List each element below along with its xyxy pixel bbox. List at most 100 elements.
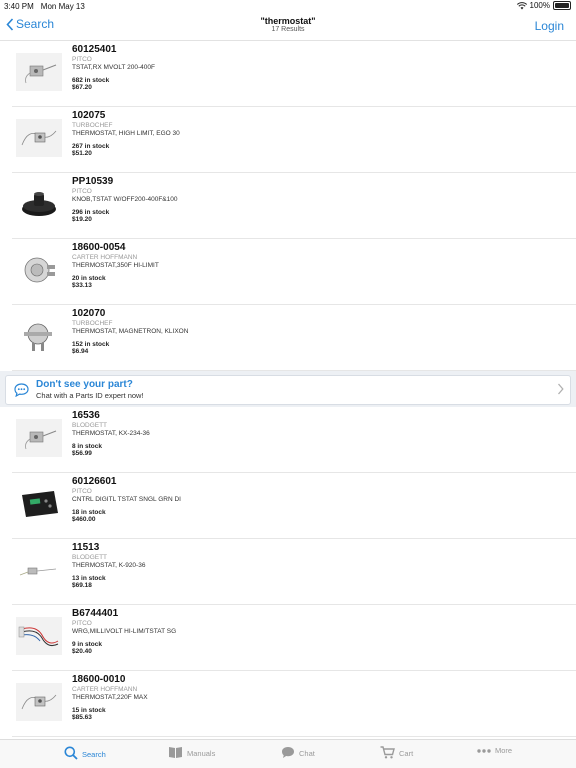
manufacturer: PITCO bbox=[72, 620, 92, 627]
wifi-icon bbox=[516, 1, 527, 9]
manufacturer: PITCO bbox=[72, 488, 92, 495]
part-number: 60125401 bbox=[72, 44, 117, 55]
stock-count: 682 in stock bbox=[72, 76, 110, 84]
price: $67.20 bbox=[72, 84, 92, 92]
chat-bubble-icon bbox=[281, 746, 295, 761]
battery-percent: 100% bbox=[529, 1, 550, 10]
price: $69.18 bbox=[72, 582, 92, 590]
tab-chat[interactable]: Chat bbox=[281, 746, 315, 761]
chevron-right-icon bbox=[558, 383, 564, 395]
part-thumbnail bbox=[16, 419, 62, 457]
part-number: 16536 bbox=[72, 410, 100, 421]
manufacturer: CARTER HOFFMANN bbox=[72, 254, 138, 261]
price: $33.13 bbox=[72, 282, 92, 290]
part-description: TSTAT,RX MVOLT 200-400F bbox=[72, 63, 155, 71]
part-number: 18600-0054 bbox=[72, 242, 126, 253]
stock-count: 9 in stock bbox=[72, 640, 102, 648]
manufacturer: TURBOCHEF bbox=[72, 320, 113, 327]
result-row[interactable]: 60125401 PITCO TSTAT,RX MVOLT 200-400F 682 … bbox=[12, 41, 576, 107]
status-date: Mon May 13 bbox=[40, 2, 85, 11]
stock-count: 296 in stock bbox=[72, 208, 110, 216]
status-bar: 3:40 PM Mon May 13 100% bbox=[0, 0, 576, 13]
chat-banner-subtext: Chat with a Parts ID expert now! bbox=[36, 391, 144, 400]
manufacturer: TURBOCHEF bbox=[72, 122, 113, 129]
stock-count: 267 in stock bbox=[72, 142, 110, 150]
tab-label: Search bbox=[82, 749, 106, 759]
results-count: 17 Results bbox=[271, 26, 305, 33]
part-thumbnail bbox=[16, 683, 62, 721]
chat-banner-heading: Don't see your part? bbox=[36, 379, 133, 390]
stock-count: 15 in stock bbox=[72, 706, 106, 714]
price: $85.63 bbox=[72, 714, 92, 722]
search-query-title: "thermostat" bbox=[260, 16, 316, 26]
part-description: THERMOSTAT, MAGNETRON, KLIXON bbox=[72, 327, 189, 335]
part-thumbnail bbox=[16, 119, 62, 157]
part-number: 102070 bbox=[72, 308, 106, 319]
tab-manuals[interactable]: Manuals bbox=[168, 746, 215, 761]
part-thumbnail bbox=[16, 551, 62, 589]
result-row[interactable]: 60126601 PITCO CNTRL DIGITL TSTAT SNGL GRN… bbox=[12, 473, 576, 539]
part-description: THERMOSTAT, HIGH LIMIT, EGO 30 bbox=[72, 129, 180, 137]
tab-search[interactable]: Search bbox=[64, 746, 106, 762]
part-description: WRG,MILLIVOLT HI-LIM/TSTAT SG bbox=[72, 627, 177, 635]
manufacturer: PITCO bbox=[72, 188, 92, 195]
result-row[interactable]: 102075 TURBOCHEF THERMOSTAT, HIGH LIMIT, E… bbox=[12, 107, 576, 173]
part-number: 60126601 bbox=[72, 476, 117, 487]
tab-label: Cart bbox=[399, 749, 414, 758]
manufacturer: CARTER HOFFMANN bbox=[72, 686, 138, 693]
part-description: THERMOSTAT, K-920-36 bbox=[72, 561, 146, 569]
stock-count: 152 in stock bbox=[72, 340, 110, 348]
part-thumbnail bbox=[16, 251, 62, 289]
price: $19.20 bbox=[72, 216, 92, 224]
part-thumbnail bbox=[16, 53, 62, 91]
more-dots-icon bbox=[477, 746, 491, 755]
page-title: "thermostat" 17 Results bbox=[0, 16, 576, 33]
tab-label: More bbox=[495, 746, 513, 755]
battery-icon bbox=[553, 1, 571, 10]
manufacturer: PITCO bbox=[72, 56, 92, 63]
part-description: THERMOSTAT,220F MAX bbox=[72, 693, 148, 701]
chat-prompt-card[interactable]: Don't see your part? Chat with a Parts I… bbox=[5, 375, 571, 405]
part-thumbnail bbox=[16, 185, 62, 223]
part-description: THERMOSTAT, KX-234-36 bbox=[72, 429, 150, 437]
price: $56.99 bbox=[72, 450, 92, 458]
stock-count: 8 in stock bbox=[72, 442, 102, 450]
part-description: THERMOSTAT,350F HI-LIMIT bbox=[72, 261, 159, 269]
stock-count: 18 in stock bbox=[72, 508, 106, 516]
result-row[interactable]: 11513 BLODGETT THERMOSTAT, K-920-36 13 in s… bbox=[12, 539, 576, 605]
price: $51.20 bbox=[72, 150, 92, 158]
part-number: B6744401 bbox=[72, 608, 119, 619]
manufacturer: BLODGETT bbox=[72, 422, 108, 429]
result-row[interactable]: B6744401 PITCO WRG,MILLIVOLT HI-LIM/TSTAT … bbox=[12, 605, 576, 671]
tab-bar: Search Manuals Chat Cart More bbox=[0, 739, 576, 768]
price: $20.40 bbox=[72, 648, 92, 656]
chat-banner: Don't see your part? Chat with a Parts I… bbox=[0, 371, 576, 407]
login-button[interactable]: Login bbox=[535, 19, 564, 33]
part-description: CNTRL DIGITL TSTAT SNGL GRN DI bbox=[72, 495, 181, 503]
tab-label: Chat bbox=[299, 749, 315, 758]
result-row[interactable]: 18600-0010 CARTER HOFFMANN THERMOSTAT,220F… bbox=[12, 671, 576, 737]
result-row[interactable]: 102070 TURBOCHEF THERMOSTAT, MAGNETRON, KL… bbox=[12, 305, 576, 371]
part-thumbnail bbox=[16, 317, 62, 355]
result-row[interactable]: PP10539 PITCO KNOB,TSTAT W/OFF200-400F&100… bbox=[12, 173, 576, 239]
status-time: 3:40 PM bbox=[4, 2, 34, 11]
part-number: 18600-0010 bbox=[72, 674, 126, 685]
result-row[interactable]: 16536 BLODGETT THERMOSTAT, KX-234-36 8 in s… bbox=[12, 407, 576, 473]
part-number: 11513 bbox=[72, 542, 100, 553]
search-icon bbox=[64, 746, 78, 762]
tab-cart[interactable]: Cart bbox=[380, 746, 413, 761]
manufacturer: BLODGETT bbox=[72, 554, 108, 561]
stock-count: 13 in stock bbox=[72, 574, 106, 582]
part-number: PP10539 bbox=[72, 176, 114, 187]
price: $460.00 bbox=[72, 516, 96, 524]
tab-more[interactable]: More bbox=[477, 746, 512, 755]
part-number: 102075 bbox=[72, 110, 106, 121]
stock-count: 20 in stock bbox=[72, 274, 106, 282]
part-thumbnail bbox=[16, 485, 62, 523]
results-list: 60125401 PITCO TSTAT,RX MVOLT 200-400F 682 … bbox=[0, 41, 576, 737]
result-row[interactable]: 18600-0054 CARTER HOFFMANN THERMOSTAT,350F… bbox=[12, 239, 576, 305]
chat-bubble-icon bbox=[14, 383, 29, 397]
cart-icon bbox=[380, 746, 395, 761]
tab-label: Manuals bbox=[187, 749, 216, 758]
part-thumbnail bbox=[16, 617, 62, 655]
